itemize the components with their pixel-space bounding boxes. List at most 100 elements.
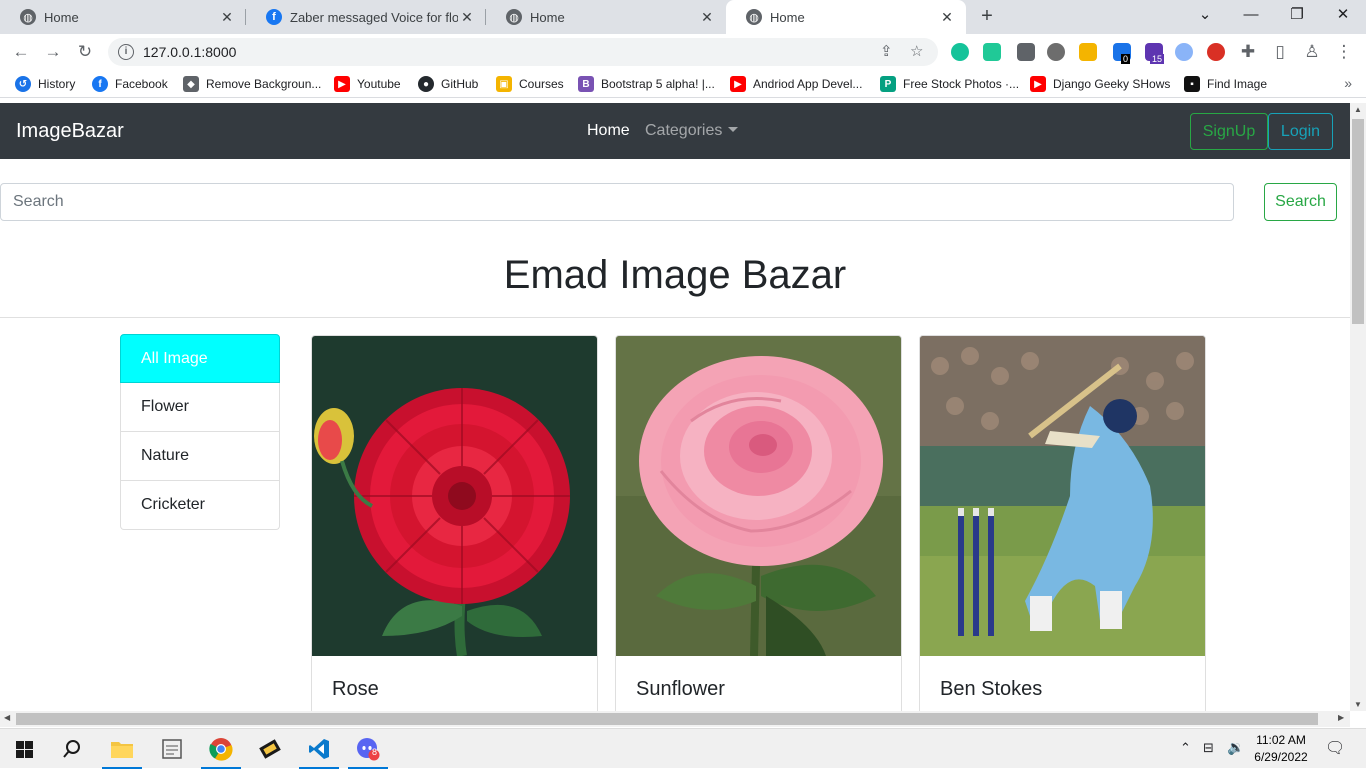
history-icon: ↺ bbox=[15, 76, 31, 92]
restore-icon[interactable]: ❐ bbox=[1274, 0, 1320, 34]
category-flower[interactable]: Flower bbox=[120, 383, 280, 432]
new-tab-icon[interactable]: + bbox=[975, 4, 999, 28]
scroll-up-icon[interactable]: ▲ bbox=[1350, 105, 1366, 114]
divider bbox=[0, 317, 1350, 318]
extension-icon[interactable] bbox=[1175, 43, 1193, 61]
search-icon[interactable] bbox=[48, 729, 96, 769]
notes-icon[interactable] bbox=[1079, 43, 1097, 61]
close-tab-icon[interactable]: ✕ bbox=[698, 9, 716, 26]
bookmark-item[interactable]: P Free Stock Photos ·... bbox=[880, 76, 1019, 92]
close-tab-icon[interactable]: ✕ bbox=[938, 9, 956, 26]
nav-categories-dropdown[interactable]: Categories bbox=[645, 122, 739, 140]
bookmark-item[interactable]: ▶ Andriod App Devel... bbox=[730, 76, 862, 92]
extension-icon[interactable] bbox=[983, 43, 1001, 61]
scroll-right-icon[interactable]: ▶ bbox=[1338, 713, 1344, 722]
nav-home-link[interactable]: Home bbox=[587, 122, 630, 140]
card-image[interactable] bbox=[312, 336, 597, 656]
system-clock[interactable]: 11:02 AM 6/29/2022 bbox=[1248, 732, 1314, 766]
page-viewport: ImageBazar Home Categories SignUp Login … bbox=[0, 103, 1350, 711]
tab-title: Home bbox=[770, 9, 805, 25]
bookmark-item[interactable]: ◆ Remove Backgroun... bbox=[183, 76, 321, 92]
card-title: Sunflower bbox=[636, 678, 725, 700]
signup-button[interactable]: SignUp bbox=[1190, 113, 1268, 150]
menu-dots-icon[interactable]: ⋮ bbox=[1332, 40, 1356, 64]
side-panel-icon[interactable]: ▯ bbox=[1268, 40, 1292, 64]
discord-icon[interactable]: 8 bbox=[344, 729, 392, 769]
browser-tab[interactable]: ◍ Home ✕ bbox=[0, 0, 246, 34]
grammarly-icon[interactable] bbox=[951, 43, 969, 61]
profile-icon[interactable]: ♙ bbox=[1300, 40, 1324, 64]
bookmark-item[interactable]: ● GitHub bbox=[418, 76, 478, 92]
horizontal-scrollbar[interactable]: ◀ ▶ bbox=[0, 711, 1350, 727]
card-image[interactable] bbox=[616, 336, 901, 656]
login-button[interactable]: Login bbox=[1268, 113, 1333, 150]
search-input[interactable]: Search bbox=[0, 183, 1234, 221]
category-nature[interactable]: Nature bbox=[120, 432, 280, 481]
image-card[interactable]: Sunflower bbox=[615, 335, 902, 711]
site-brand[interactable]: ImageBazar bbox=[16, 120, 124, 143]
tray-chevron-up-icon[interactable]: ⌃ bbox=[1180, 740, 1191, 780]
windows-taskbar: 8 ⌃ ⊟ 🔉 11:02 AM 6/29/2022 🗨 bbox=[0, 728, 1366, 769]
back-icon[interactable]: ← bbox=[9, 40, 33, 64]
bookmark-star-icon[interactable]: ☆ bbox=[910, 42, 923, 60]
bookmark-item[interactable]: B Bootstrap 5 alpha! |... bbox=[578, 76, 715, 92]
scroll-thumb[interactable] bbox=[16, 713, 1318, 725]
bookmark-item[interactable]: ▶ Django Geeky SHows bbox=[1030, 76, 1170, 92]
app-icon[interactable] bbox=[148, 729, 196, 769]
image-card[interactable]: Rose bbox=[311, 335, 598, 711]
network-icon[interactable]: ⊟ bbox=[1203, 740, 1214, 780]
windows-start-icon[interactable] bbox=[0, 729, 48, 769]
scroll-thumb[interactable] bbox=[1352, 119, 1364, 324]
bookmark-item[interactable]: f Facebook bbox=[92, 76, 168, 92]
forward-icon[interactable]: → bbox=[41, 40, 65, 64]
notification-badge: 8 bbox=[372, 747, 378, 757]
pink-rose-photo bbox=[616, 336, 901, 656]
more-bookmarks-icon[interactable]: » bbox=[1344, 75, 1352, 91]
vertical-scrollbar[interactable]: ▲ ▼ bbox=[1350, 103, 1366, 711]
chrome-icon[interactable] bbox=[197, 729, 245, 769]
vscode-icon[interactable] bbox=[295, 729, 343, 769]
reload-icon[interactable]: ↻ bbox=[73, 40, 97, 64]
card-image[interactable] bbox=[920, 336, 1205, 656]
adblock-icon[interactable] bbox=[1207, 43, 1225, 61]
bookmark-item[interactable]: ↺ History bbox=[15, 76, 75, 92]
file-explorer-icon[interactable] bbox=[98, 729, 146, 769]
clock-date: 6/29/2022 bbox=[1254, 750, 1308, 764]
category-cricketer[interactable]: Cricketer bbox=[120, 481, 280, 530]
address-bar[interactable]: i 127.0.0.1:8000 ⇪ ☆ bbox=[108, 38, 938, 66]
site-info-icon[interactable]: i bbox=[118, 44, 134, 60]
extension-badge: 15 bbox=[1150, 54, 1165, 64]
tab-search-chevron-icon[interactable]: ⌄ bbox=[1182, 0, 1228, 34]
layers-icon: ◆ bbox=[183, 76, 199, 92]
category-all-image[interactable]: All Image bbox=[120, 334, 280, 383]
scroll-left-icon[interactable]: ◀ bbox=[4, 713, 10, 722]
browser-tab-active[interactable]: ◍ Home ✕ bbox=[726, 0, 966, 34]
browser-tab[interactable]: ◍ Home ✕ bbox=[486, 0, 726, 34]
bootstrap-icon: B bbox=[578, 76, 594, 92]
globe-icon: ◍ bbox=[20, 9, 36, 25]
browser-tab[interactable]: f Zaber messaged Voice for flood a ✕ bbox=[246, 0, 486, 34]
volume-icon[interactable]: 🔉 bbox=[1227, 739, 1244, 779]
terminal-icon[interactable] bbox=[246, 729, 294, 769]
bookmark-item[interactable]: ▶ Youtube bbox=[334, 76, 401, 92]
cricketer-photo bbox=[920, 336, 1205, 656]
card-title: Rose bbox=[332, 678, 379, 700]
share-icon[interactable]: ⇪ bbox=[880, 42, 893, 60]
scroll-down-icon[interactable]: ▼ bbox=[1350, 700, 1366, 709]
puzzle-icon[interactable]: ✚ bbox=[1236, 40, 1260, 64]
bookmark-item[interactable]: ▪ Find Image bbox=[1184, 76, 1267, 92]
close-window-icon[interactable]: ✕ bbox=[1320, 0, 1366, 34]
color-picker-icon[interactable] bbox=[1017, 43, 1035, 61]
url-text: 127.0.0.1:8000 bbox=[143, 44, 237, 60]
notification-center-icon[interactable]: 🗨 bbox=[1325, 738, 1345, 778]
courses-icon: ▣ bbox=[496, 76, 512, 92]
search-button[interactable]: Search bbox=[1264, 183, 1337, 221]
close-tab-icon[interactable]: ✕ bbox=[458, 9, 476, 26]
youtube-icon: ▶ bbox=[730, 76, 746, 92]
bug-icon[interactable] bbox=[1047, 43, 1065, 61]
minimize-icon[interactable]: — bbox=[1228, 0, 1274, 34]
image-card[interactable]: Ben Stokes bbox=[919, 335, 1206, 711]
pexels-icon: P bbox=[880, 76, 896, 92]
close-tab-icon[interactable]: ✕ bbox=[218, 9, 236, 26]
bookmark-item[interactable]: ▣ Courses bbox=[496, 76, 564, 92]
